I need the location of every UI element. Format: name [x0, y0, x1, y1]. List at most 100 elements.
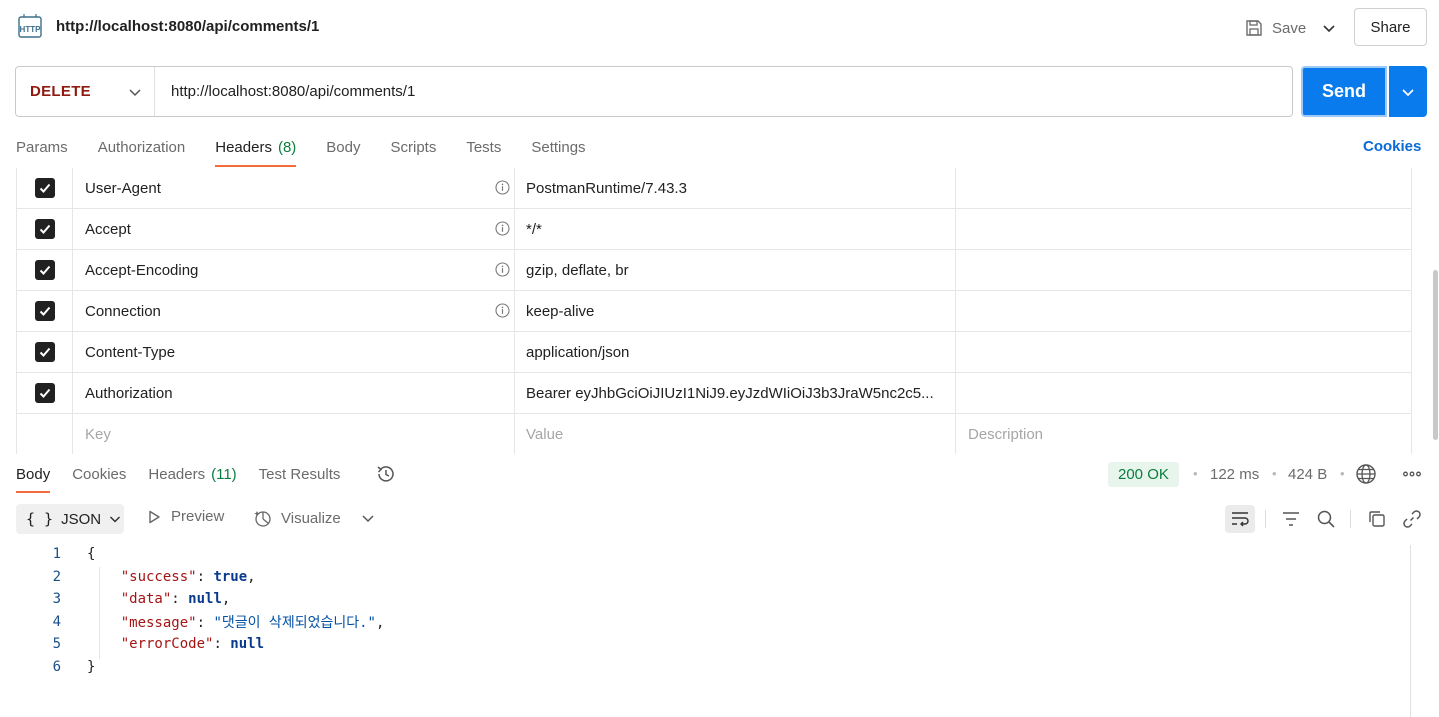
- format-selector[interactable]: { } JSON: [16, 504, 124, 534]
- header-key[interactable]: Content-Type: [73, 332, 515, 372]
- header-key-text: Accept-Encoding: [85, 261, 199, 279]
- row-checkbox[interactable]: [34, 342, 55, 362]
- new-key-input[interactable]: Key: [73, 414, 515, 454]
- code-line: 6 }: [0, 656, 1410, 678]
- row-checkbox[interactable]: [34, 219, 55, 239]
- svg-text:HTTP: HTTP: [20, 25, 42, 34]
- globe-icon[interactable]: [1355, 463, 1377, 485]
- copy-icon: [1367, 509, 1387, 529]
- info-icon[interactable]: [495, 303, 510, 318]
- header-key[interactable]: Accept: [73, 209, 515, 249]
- header-description[interactable]: [956, 373, 1412, 413]
- url-bar: DELETE: [15, 66, 1293, 117]
- row-checkbox-cell: [17, 168, 73, 208]
- toolbar-divider: [1265, 510, 1266, 528]
- response-size[interactable]: 424 B: [1288, 466, 1327, 483]
- header-value[interactable]: keep-alive: [515, 291, 956, 331]
- request-title[interactable]: http://localhost:8080/api/comments/1: [56, 18, 319, 35]
- method-selector[interactable]: DELETE: [16, 67, 155, 116]
- new-description-input[interactable]: Description: [956, 414, 1412, 454]
- header-description[interactable]: [956, 291, 1412, 331]
- header-key[interactable]: Connection: [73, 291, 515, 331]
- code-text: "success": true,: [120, 569, 256, 585]
- wrap-lines-button[interactable]: [1225, 505, 1255, 533]
- copy-button[interactable]: [1362, 505, 1392, 533]
- save-button[interactable]: Save: [1240, 12, 1310, 44]
- chevron-down-icon: [109, 513, 121, 525]
- info-icon[interactable]: [495, 221, 510, 236]
- share-button[interactable]: Share: [1354, 8, 1427, 46]
- header-value[interactable]: application/json: [515, 332, 956, 372]
- tab-tests[interactable]: Tests: [466, 128, 501, 166]
- header-description[interactable]: [956, 250, 1412, 290]
- save-icon: [1244, 18, 1264, 38]
- link-icon: [1402, 509, 1422, 529]
- tab-headers-label: Headers: [215, 138, 272, 156]
- history-icon[interactable]: [375, 463, 397, 485]
- row-checkbox-cell: [17, 250, 73, 290]
- new-value-input[interactable]: Value: [515, 414, 956, 454]
- link-button[interactable]: [1397, 505, 1427, 533]
- url-input[interactable]: [156, 67, 1286, 116]
- search-button[interactable]: [1311, 505, 1341, 533]
- save-options-button[interactable]: [1315, 12, 1343, 44]
- table-row-new: Key Value Description: [16, 414, 1412, 454]
- more-options-icon[interactable]: [1401, 463, 1423, 485]
- header-value[interactable]: PostmanRuntime/7.43.3: [515, 168, 956, 208]
- send-button[interactable]: Send: [1301, 66, 1387, 117]
- tab-body[interactable]: Body: [326, 128, 360, 166]
- code-text: "message": "댓글이 삭제되었습니다.",: [120, 615, 385, 631]
- chevron-down-icon: [360, 508, 376, 528]
- code-line: 2 "success": true,: [0, 566, 1410, 588]
- chevron-down-icon: [1401, 85, 1415, 99]
- header-key[interactable]: User-Agent: [73, 168, 515, 208]
- header-value[interactable]: gzip, deflate, br: [515, 250, 956, 290]
- preview-button[interactable]: Preview: [146, 508, 224, 525]
- filter-button[interactable]: [1276, 505, 1306, 533]
- row-checkbox[interactable]: [34, 301, 55, 321]
- request-scrollbar[interactable]: [1433, 270, 1438, 440]
- play-icon: [146, 509, 162, 525]
- info-icon[interactable]: [495, 180, 510, 195]
- table-row: Authorization Bearer eyJhbGciOiJIUzI1NiJ…: [16, 373, 1412, 414]
- response-tab-test-results[interactable]: Test Results: [259, 455, 341, 493]
- header-description[interactable]: [956, 332, 1412, 372]
- line-number: 3: [52, 591, 61, 607]
- header-value[interactable]: */*: [515, 209, 956, 249]
- send-options-button[interactable]: [1389, 66, 1427, 117]
- header-key[interactable]: Accept-Encoding: [73, 250, 515, 290]
- tab-headers[interactable]: Headers (8): [215, 128, 297, 167]
- header-key[interactable]: Authorization: [73, 373, 515, 413]
- header-description[interactable]: [956, 168, 1412, 208]
- tab-authorization[interactable]: Authorization: [98, 128, 186, 166]
- cookies-link[interactable]: Cookies: [1363, 138, 1421, 155]
- header-description[interactable]: [956, 209, 1412, 249]
- response-tab-headers-label: Headers: [148, 465, 206, 483]
- filter-icon: [1281, 510, 1301, 528]
- visualize-button[interactable]: Visualize: [253, 508, 341, 528]
- response-tab-body[interactable]: Body: [16, 455, 51, 493]
- row-checkbox[interactable]: [34, 178, 55, 198]
- status-badge[interactable]: 200 OK: [1108, 462, 1179, 487]
- toolbar-divider: [1350, 510, 1351, 528]
- row-checkbox-cell: [17, 291, 73, 331]
- table-row: Accept */*: [16, 209, 1412, 250]
- line-number: 2: [52, 569, 61, 585]
- response-tab-cookies[interactable]: Cookies: [72, 455, 126, 493]
- separator-dot: •: [1340, 466, 1345, 481]
- header-value[interactable]: Bearer eyJhbGciOiJIUzI1NiJ9.eyJzdWIiOiJ3…: [515, 373, 956, 413]
- row-checkbox[interactable]: [34, 383, 55, 403]
- visualize-options-button[interactable]: [360, 508, 376, 528]
- tab-params[interactable]: Params: [16, 128, 68, 166]
- table-row: User-Agent PostmanRuntime/7.43.3: [16, 168, 1412, 209]
- response-time[interactable]: 122 ms: [1210, 466, 1259, 483]
- code-text: {: [87, 546, 96, 562]
- tab-settings[interactable]: Settings: [531, 128, 585, 166]
- response-body-editor[interactable]: 1 { 2 "success": true, 3 "data": null, 4…: [0, 543, 1410, 717]
- format-label: JSON: [61, 510, 102, 528]
- row-checkbox[interactable]: [34, 260, 55, 280]
- response-tab-headers[interactable]: Headers (11): [148, 455, 236, 493]
- tab-scripts[interactable]: Scripts: [391, 128, 437, 166]
- table-row: Accept-Encoding gzip, deflate, br: [16, 250, 1412, 291]
- info-icon[interactable]: [495, 262, 510, 277]
